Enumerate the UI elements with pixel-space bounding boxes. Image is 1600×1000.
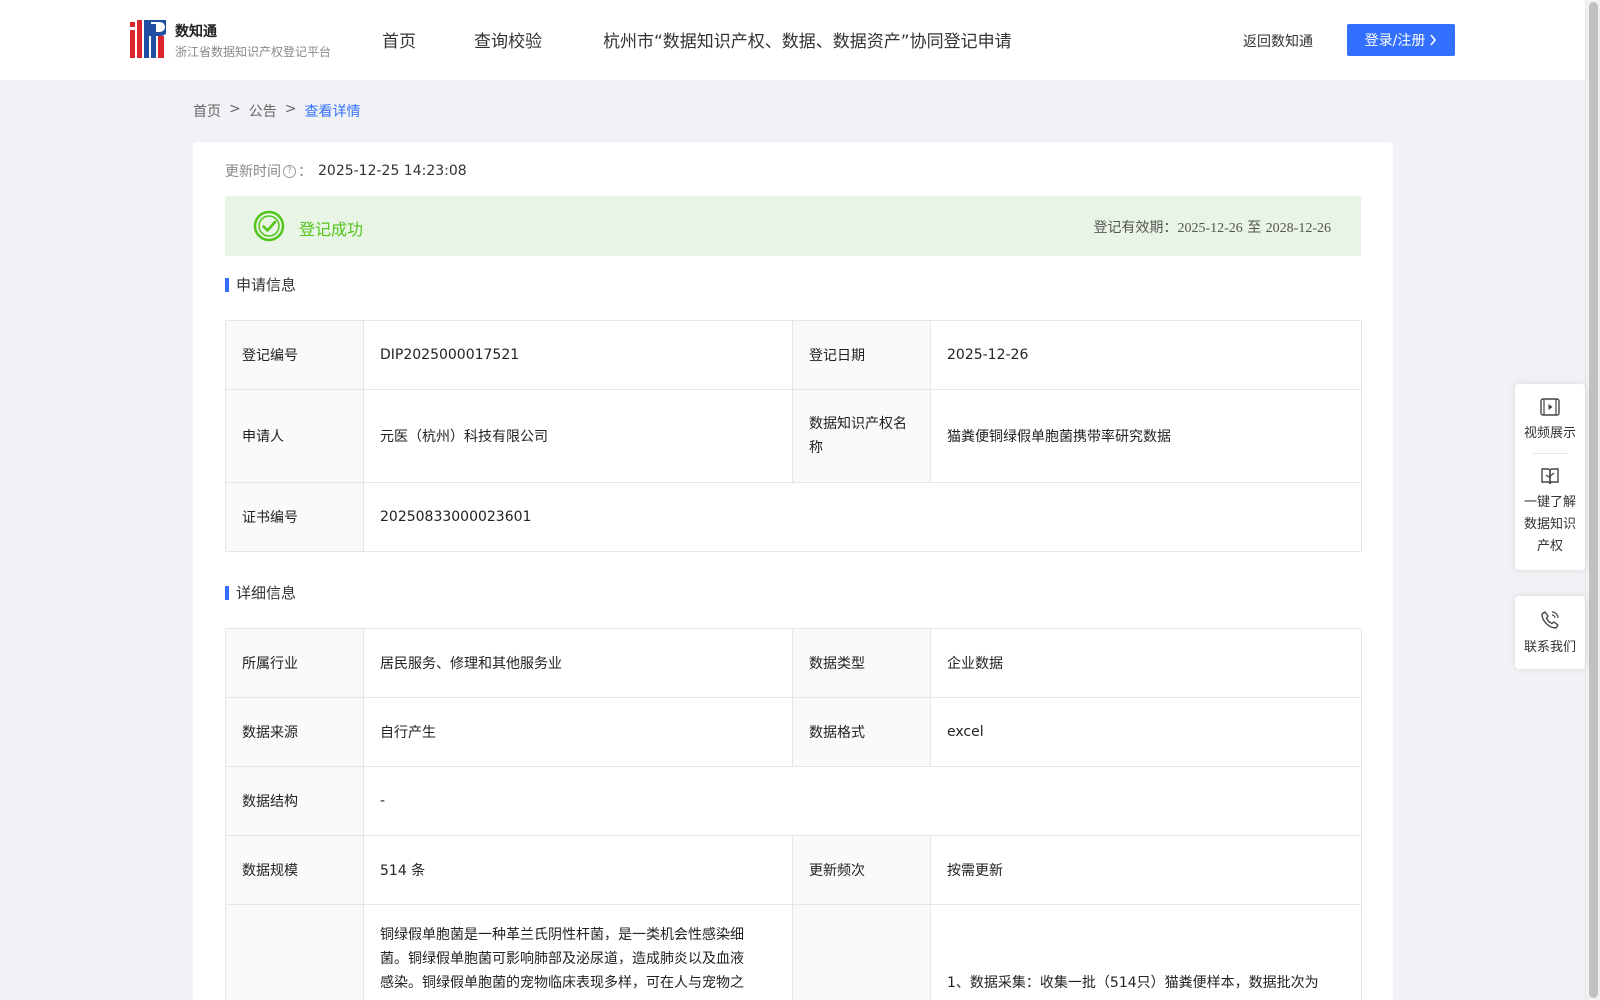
table-row: 铜绿假单胞菌是一种革兰氏阴性杆菌，是一类机会性感染细 菌。铜绿假单胞菌可影响肺部… <box>225 904 1362 1000</box>
table-row: 申请人 元医（杭州）科技有限公司 数据知识产权名称 猫粪便铜绿假单胞菌携带率研究… <box>225 389 1362 483</box>
video-showcase-label: 视频展示 <box>1523 426 1576 441</box>
reg-date-label: 登记日期 <box>792 320 931 390</box>
learn-line: 一键了解 <box>1523 495 1576 510</box>
reg-date-value: 2025-12-26 <box>930 320 1362 390</box>
source-value: 自行产生 <box>363 697 793 767</box>
login-register-button[interactable]: 登录/注册 <box>1347 24 1455 56</box>
format-value: excel <box>930 697 1362 767</box>
structure-label: 数据结构 <box>225 766 364 836</box>
brand-subtitle: 浙江省数据知识产权登记平台 <box>175 45 332 59</box>
brand-title: 数知通 <box>175 24 217 40</box>
learn-data-ip-button[interactable]: 一键了解 数据知识 产权 <box>1515 466 1585 558</box>
table-row: 数据结构 - <box>225 766 1362 836</box>
frequency-value: 按需更新 <box>930 835 1362 905</box>
scale-label: 数据规模 <box>225 835 364 905</box>
update-time-colon: ： <box>298 164 312 180</box>
learn-line: 产权 <box>1536 539 1563 554</box>
nav-home[interactable]: 首页 <box>382 27 416 52</box>
help-icon[interactable]: ? <box>283 164 296 178</box>
help-float-panel: 视频展示 一键了解 数据知识 产权 <box>1515 384 1585 570</box>
contact-float-panel: 联系我们 <box>1515 596 1585 669</box>
structure-value: - <box>363 766 1362 836</box>
check-circle-icon <box>253 210 285 242</box>
breadcrumb-separator: > <box>229 101 241 117</box>
video-icon <box>1540 398 1560 416</box>
top-header: 数知通 浙江省数据知识产权登记平台 首页 查询校验 杭州市“数据知识产权、数据、… <box>0 0 1585 80</box>
status-text: 登记成功 <box>299 220 364 239</box>
application-info-title: 申请信息 <box>236 276 297 294</box>
breadcrumb-notice[interactable]: 公告 <box>249 101 277 121</box>
book-icon <box>1541 468 1559 485</box>
application-info-table: 登记编号 DIP2025000017521 登记日期 2025-12-26 申请… <box>225 320 1362 552</box>
update-time-value: 2025-12-25 14:23:08 <box>318 163 467 179</box>
float-panel-divider <box>1533 453 1567 454</box>
contact-us-label: 联系我们 <box>1523 640 1576 655</box>
detail-info-heading: 详细信息 <box>225 582 296 603</box>
video-showcase-button[interactable]: 视频展示 <box>1515 398 1585 441</box>
breadcrumb-current: 查看详情 <box>304 104 361 120</box>
reg-no-value: DIP2025000017521 <box>363 320 793 390</box>
phone-icon <box>1541 611 1559 629</box>
description-line: 铜绿假单胞菌是一种革兰氏阴性杆菌，是一类机会性感染细 <box>380 927 744 943</box>
login-register-label: 登录/注册 <box>1364 33 1426 49</box>
breadcrumb-separator: > <box>284 101 297 117</box>
learn-line: 数据知识 <box>1523 517 1576 532</box>
ip-name-label: 数据知识产权名称 <box>792 389 931 483</box>
update-time-row: 更新时间 ? ： 2025-12-25 14:23:08 <box>225 161 467 181</box>
detail-card: 更新时间 ? ： 2025-12-25 14:23:08 登记成功 登记有效期：… <box>193 142 1393 1000</box>
site-logo[interactable] <box>130 20 166 58</box>
process-value: 1、数据采集：收集一批（514只）猫粪便样本，数据批次为 <box>930 904 1362 1000</box>
nav-hangzhou-registration[interactable]: 杭州市“数据知识产权、数据、数据资产”协同登记申请 <box>603 27 1012 52</box>
section-accent-bar <box>225 585 229 600</box>
validity-start: 2025-12-26 <box>1177 221 1243 236</box>
description-label <box>225 904 364 1000</box>
data-type-value: 企业数据 <box>930 628 1362 698</box>
validity-period: 登记有效期：2025-12-26 至 2028-12-26 <box>1093 217 1331 237</box>
description-line: 感染。铜绿假单胞菌的宠物临床表现多样，可在人与宠物之 <box>380 975 744 991</box>
update-time-label: 更新时间 <box>225 164 281 180</box>
description-value: 铜绿假单胞菌是一种革兰氏阴性杆菌，是一类机会性感染细 菌。铜绿假单胞菌可影响肺部… <box>363 904 793 1000</box>
validity-to: 至 <box>1247 220 1262 236</box>
section-accent-bar <box>225 277 229 292</box>
industry-label: 所属行业 <box>225 628 364 698</box>
process-line: 1、数据采集：收集一批（514只）猫粪便样本，数据批次为 <box>947 975 1319 991</box>
detail-info-table: 所属行业 居民服务、修理和其他服务业 数据类型 企业数据 数据来源 自行产生 数… <box>225 628 1362 1000</box>
validity-end: 2028-12-26 <box>1265 221 1331 236</box>
reg-no-label: 登记编号 <box>225 320 364 390</box>
table-row: 数据规模 514 条 更新频次 按需更新 <box>225 835 1362 905</box>
breadcrumb: 首页 > 公告 > 查看详情 <box>193 101 360 121</box>
cert-no-label: 证书编号 <box>225 482 364 552</box>
format-label: 数据格式 <box>792 697 931 767</box>
ip-name-value: 猫粪便铜绿假单胞菌携带率研究数据 <box>930 389 1362 483</box>
table-row: 数据来源 自行产生 数据格式 excel <box>225 697 1362 767</box>
industry-value: 居民服务、修理和其他服务业 <box>363 628 793 698</box>
application-info-heading: 申请信息 <box>225 274 296 295</box>
registration-status-banner: 登记成功 登记有效期：2025-12-26 至 2028-12-26 <box>225 196 1361 256</box>
validity-label: 登记有效期： <box>1093 220 1178 236</box>
vertical-scrollbar[interactable] <box>1585 0 1600 1000</box>
frequency-label: 更新频次 <box>792 835 931 905</box>
process-label <box>792 904 931 1000</box>
breadcrumb-home[interactable]: 首页 <box>193 101 221 121</box>
table-row: 所属行业 居民服务、修理和其他服务业 数据类型 企业数据 <box>225 628 1362 698</box>
scrollbar-thumb[interactable] <box>1589 2 1598 998</box>
table-row: 证书编号 20250833000023601 <box>225 482 1362 552</box>
back-to-shuzhitong-link[interactable]: 返回数知通 <box>1243 31 1313 51</box>
cert-no-value: 20250833000023601 <box>363 482 1362 552</box>
data-type-label: 数据类型 <box>792 628 931 698</box>
table-row: 登记编号 DIP2025000017521 登记日期 2025-12-26 <box>225 320 1362 390</box>
applicant-value: 元医（杭州）科技有限公司 <box>363 389 793 483</box>
nav-query-verify[interactable]: 查询校验 <box>474 27 542 52</box>
source-label: 数据来源 <box>225 697 364 767</box>
chevron-right-icon <box>1430 34 1437 46</box>
detail-info-title: 详细信息 <box>236 584 297 602</box>
applicant-label: 申请人 <box>225 389 364 483</box>
description-line: 菌。铜绿假单胞菌可影响肺部及泌尿道，造成肺炎以及血液 <box>380 951 744 967</box>
contact-us-button[interactable]: 联系我们 <box>1515 610 1585 655</box>
scale-value: 514 条 <box>363 835 793 905</box>
